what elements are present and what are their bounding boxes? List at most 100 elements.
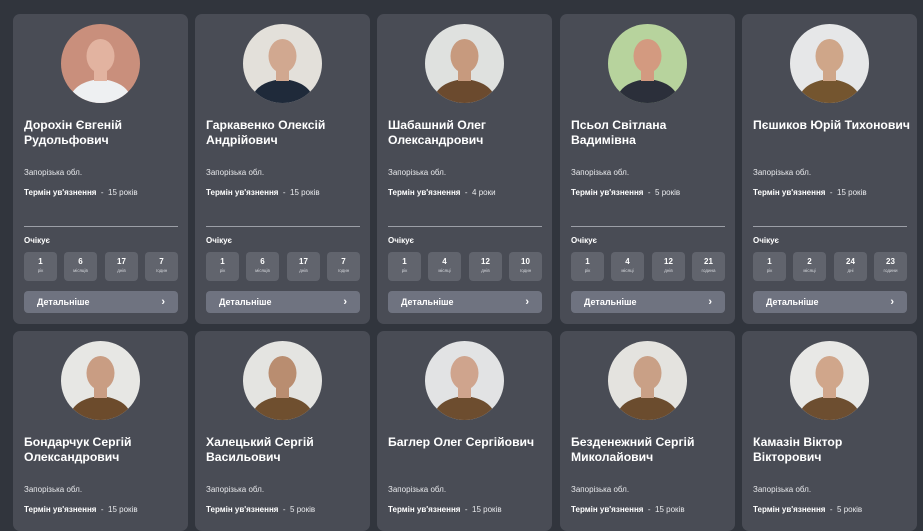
person-name: Безденежний Сергій Миколайович	[571, 435, 695, 464]
term-label: Термін ув'язнення	[753, 188, 826, 197]
term-separator: -	[100, 188, 104, 197]
avatar-photo	[608, 341, 687, 420]
prisoner-card[interactable]: Халецький Сергій Васильович Запорізька об…	[195, 331, 370, 531]
wait-counter-unit: місяці	[803, 268, 816, 273]
chevron-right-icon: ›	[890, 295, 894, 308]
details-button[interactable]: Детальніше ›	[753, 291, 907, 313]
region-label: Запорізька обл.	[206, 485, 265, 494]
wait-counter-unit: години	[883, 268, 898, 273]
sentence-term: Термін ув'язнення - 15 років	[388, 505, 502, 514]
sentence-term: Термін ув'язнення - 4 роки	[388, 188, 496, 197]
prisoner-card[interactable]: Дорохін Євгеній Рудольфович Запорізька об…	[13, 14, 188, 324]
term-value: 5 років	[837, 505, 863, 514]
wait-counter-value: 6	[260, 257, 265, 266]
prisoner-card[interactable]: Бондарчук Сергій Олександрович Запорізька…	[13, 331, 188, 531]
wait-counter-unit: днів	[299, 268, 308, 273]
wait-counter: 6 місяців	[246, 252, 279, 281]
prisoner-card[interactable]: Шабашний Олег Олександрович Запорізька об…	[377, 14, 552, 324]
wait-counter-unit: місяців	[255, 268, 270, 273]
term-label: Термін ув'язнення	[24, 505, 97, 514]
term-label: Термін ув'язнення	[206, 505, 279, 514]
wait-counter: 10 годин	[509, 252, 542, 281]
wait-counter: 17 днів	[287, 252, 320, 281]
prisoner-card-grid: Дорохін Євгеній Рудольфович Запорізька об…	[0, 0, 923, 531]
wait-counter-value: 12	[664, 257, 673, 266]
wait-counter: 12 днів	[652, 252, 685, 281]
term-separator: -	[464, 188, 468, 197]
wait-counter-unit: днів	[117, 268, 126, 273]
person-portrait-icon	[425, 341, 504, 420]
wait-counter: 7 годин	[327, 252, 360, 281]
sentence-term: Термін ув'язнення - 15 років	[753, 188, 867, 197]
avatar-photo	[608, 24, 687, 103]
person-name: Дорохін Євгеній Рудольфович	[24, 118, 123, 147]
term-value: 15 років	[655, 505, 685, 514]
region-label: Запорізька обл.	[388, 485, 447, 494]
wait-counter-value: 23	[886, 257, 895, 266]
person-portrait-icon	[790, 341, 869, 420]
term-value: 15 років	[837, 188, 867, 197]
term-separator: -	[647, 188, 651, 197]
wait-counter: 4 місяці	[611, 252, 644, 281]
prisoner-card[interactable]: Баглер Олег Сергійович Запорізька обл. Тер…	[377, 331, 552, 531]
prisoner-card[interactable]: Камазін Віктор Вікторович Запорізька обл.…	[742, 331, 917, 531]
region-label: Запорізька обл.	[24, 168, 83, 177]
wait-counter-value: 6	[78, 257, 83, 266]
person-name: Шабашний Олег Олександрович	[388, 118, 486, 147]
prisoner-card[interactable]: Гаркавенко Олексій Андрійович Запорізька …	[195, 14, 370, 324]
region-label: Запорізька обл.	[388, 168, 447, 177]
wait-counter-unit: місяці	[438, 268, 451, 273]
avatar-photo	[425, 341, 504, 420]
term-value: 15 років	[108, 505, 138, 514]
term-value: 15 років	[472, 505, 502, 514]
divider	[24, 226, 178, 227]
term-value: 5 років	[655, 188, 681, 197]
prisoner-card[interactable]: Пєшиков Юрій Тихонович Запорізька обл. Тер…	[742, 14, 917, 324]
chevron-right-icon: ›	[708, 295, 712, 308]
wait-counter-value: 1	[767, 257, 772, 266]
details-button[interactable]: Детальніше ›	[24, 291, 178, 313]
wait-counter-value: 1	[402, 257, 407, 266]
wait-counter-value: 12	[481, 257, 490, 266]
prisoner-card[interactable]: Псьол Світлана Вадимівна Запорізька обл. Т…	[560, 14, 735, 324]
details-button[interactable]: Детальніше ›	[571, 291, 725, 313]
wait-counter-unit: днів	[481, 268, 490, 273]
divider	[388, 226, 542, 227]
person-name: Пєшиков Юрій Тихонович	[753, 118, 910, 132]
avatar-photo	[790, 341, 869, 420]
avatar-photo	[790, 24, 869, 103]
person-name: Баглер Олег Сергійович	[388, 435, 535, 449]
wait-counter-value: 7	[341, 257, 346, 266]
term-label: Термін ув'язнення	[206, 188, 279, 197]
term-separator: -	[282, 505, 286, 514]
details-button[interactable]: Детальніше ›	[388, 291, 542, 313]
wait-counter-unit: годин	[155, 268, 168, 273]
sentence-term: Термін ув'язнення - 15 років	[24, 505, 138, 514]
wait-counter-unit: місяці	[621, 268, 634, 273]
wait-counter-unit: рік	[401, 268, 408, 273]
avatar-photo	[425, 24, 504, 103]
person-name: Камазін Віктор Вікторович	[753, 435, 843, 464]
wait-counter-value: 4	[625, 257, 630, 266]
wait-counter: 2 місяці	[793, 252, 826, 281]
wait-counter-value: 4	[442, 257, 447, 266]
person-name: Халецький Сергій Васильович	[206, 435, 314, 464]
wait-counter-value: 21	[704, 257, 713, 266]
person-name: Псьол Світлана Вадимівна	[571, 118, 667, 147]
details-button[interactable]: Детальніше ›	[206, 291, 360, 313]
awaiting-label: Очікує	[206, 236, 232, 245]
wait-counter-value: 7	[159, 257, 164, 266]
divider	[571, 226, 725, 227]
region-label: Запорізька обл.	[753, 485, 812, 494]
sentence-term: Термін ув'язнення - 15 років	[206, 188, 320, 197]
prisoner-card[interactable]: Безденежний Сергій Миколайович Запорізька…	[560, 331, 735, 531]
awaiting-label: Очікує	[388, 236, 414, 245]
wait-counter-unit: рік	[766, 268, 773, 273]
wait-counter-unit: місяців	[73, 268, 88, 273]
term-separator: -	[282, 188, 286, 197]
details-button-label: Детальніше	[219, 297, 272, 307]
wait-counter: 7 годин	[145, 252, 178, 281]
term-label: Термін ув'язнення	[388, 188, 461, 197]
term-label: Термін ув'язнення	[388, 505, 461, 514]
divider	[206, 226, 360, 227]
